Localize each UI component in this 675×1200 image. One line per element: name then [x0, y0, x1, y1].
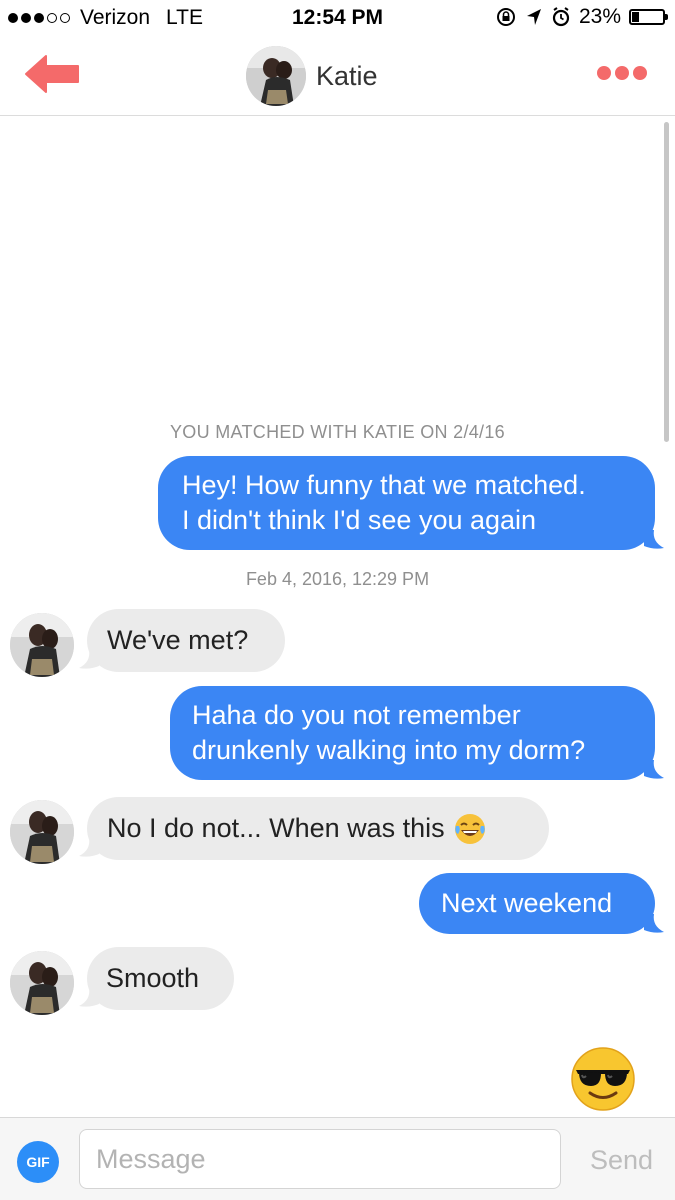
battery-icon: [629, 9, 668, 25]
more-dots-icon: [597, 66, 611, 80]
outgoing-message[interactable]: Next weekend: [419, 873, 655, 934]
message-input[interactable]: [79, 1129, 561, 1189]
message-line: I didn't think I'd see you again: [182, 505, 537, 535]
bubble-tail: [79, 988, 99, 1007]
message-line: No I do not... When was this: [107, 813, 445, 843]
battery-percent: 23%: [578, 5, 621, 28]
send-button[interactable]: Send: [590, 1145, 653, 1176]
matched-banner: YOU MATCHED WITH KATIE ON 2/4/16: [170, 422, 505, 442]
message-line: drunkenly walking into my dorm?: [192, 735, 586, 765]
message-line: Next weekend: [441, 888, 613, 918]
contact-header[interactable]: Katie: [246, 46, 378, 106]
incoming-message[interactable]: We've met?: [87, 609, 285, 672]
message-timestamp: Feb 4, 2016, 12:29 PM: [245, 569, 430, 589]
bubble-tail: [644, 760, 664, 779]
gif-button[interactable]: GIF: [17, 1141, 59, 1183]
location-arrow-icon: [526, 9, 541, 25]
contact-name: Katie: [316, 60, 378, 91]
message-line: Haha do you not remember: [192, 700, 521, 730]
rotation-lock-icon: [496, 8, 515, 26]
bubble-tail: [79, 650, 99, 669]
message-line: Hey! How funny that we matched.: [182, 470, 586, 500]
status-bar: Verizon LTE 12:54 PM 23%: [0, 0, 675, 38]
message-line: We've met?: [107, 625, 249, 655]
bubble-tail: [79, 838, 99, 857]
outgoing-message[interactable]: Hey! How funny that we matched. I didn't…: [158, 456, 655, 550]
bubble-tail: [644, 914, 664, 933]
incoming-message[interactable]: Smooth: [87, 947, 234, 1010]
more-options-button[interactable]: [597, 66, 647, 80]
tears-of-joy-emoji: [454, 813, 485, 844]
chat-screen: Verizon LTE 12:54 PM 23% Katie YOU MATCH…: [0, 0, 675, 1200]
sunglasses-emoji: [571, 1047, 635, 1111]
incoming-message[interactable]: No I do not... When was this: [87, 797, 549, 860]
contact-avatar[interactable]: [10, 613, 74, 677]
back-arrow-icon[interactable]: [22, 52, 84, 96]
contact-avatar[interactable]: [10, 800, 74, 864]
message-line: Smooth: [106, 963, 200, 993]
message-composer: GIF Send: [0, 1117, 675, 1200]
status-icons: 23%: [495, 5, 668, 29]
outgoing-message[interactable]: Haha do you not remember drunkenly walki…: [170, 686, 655, 780]
alarm-icon: [552, 7, 570, 27]
bubble-tail: [644, 530, 664, 549]
chat-header: Katie: [0, 38, 675, 116]
contact-avatar[interactable]: [246, 46, 306, 106]
scrollbar[interactable]: [664, 122, 669, 442]
contact-avatar[interactable]: [10, 951, 74, 1015]
